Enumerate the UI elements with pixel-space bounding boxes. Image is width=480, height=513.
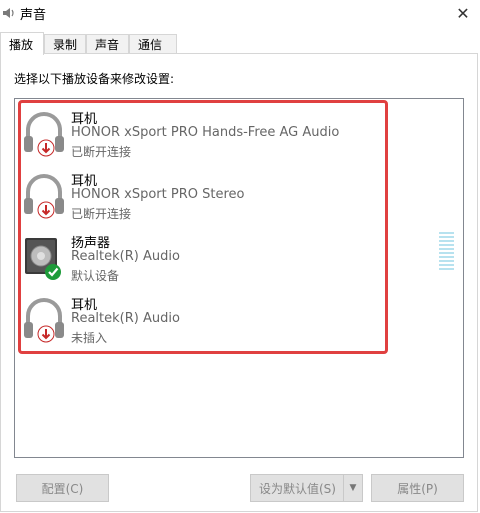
list-item[interactable]: 耳机 Realtek(R) Audio 未插入 [20,292,380,352]
volume-level-meter [439,232,454,272]
default-check-icon [45,264,61,280]
list-item[interactable]: 耳机 HONOR xSport PRO Hands-Free AG Audio … [20,106,380,166]
tab-recording[interactable]: 录制 [44,34,86,53]
speaker-icon [3,8,14,18]
tab-playback[interactable]: 播放 [0,32,44,55]
close-icon: ✕ [456,3,470,23]
chevron-down-icon[interactable]: ▼ [343,475,362,501]
set-default-button[interactable]: 设为默认值(S) ▼ [250,474,363,502]
device-description: HONOR xSport PRO Hands-Free AG Audio [71,125,340,140]
list-item[interactable]: 耳机 HONOR xSport PRO Stereo 已断开连接 [20,168,380,228]
headphones-icon [24,298,64,343]
properties-button[interactable]: 属性(P) [371,474,464,502]
device-status: 已断开连接 [71,207,132,221]
device-description: Realtek(R) Audio [71,249,180,264]
device-description: Realtek(R) Audio [71,311,180,326]
instruction-label: 选择以下播放设备来修改设置: [14,72,175,86]
list-item[interactable]: 扬声器 Realtek(R) Audio 默认设备 [20,230,380,290]
headphones-icon [24,174,64,219]
window-title: 声音 [20,8,47,23]
device-status: 默认设备 [71,269,120,283]
title-bar: 声音 ✕ [0,0,480,28]
device-status: 已断开连接 [71,145,132,159]
speaker-icon [25,238,61,280]
tab-communications[interactable]: 通信 [129,34,177,53]
close-button[interactable]: ✕ [446,0,480,26]
tab-sounds[interactable]: 声音 [86,34,129,53]
configure-button[interactable]: 配置(C) [16,474,109,502]
device-description: HONOR xSport PRO Stereo [71,187,245,202]
headphones-icon [24,112,64,157]
device-status: 未插入 [71,331,108,345]
tab-strip: 播放 录制 声音 通信 [0,32,480,55]
